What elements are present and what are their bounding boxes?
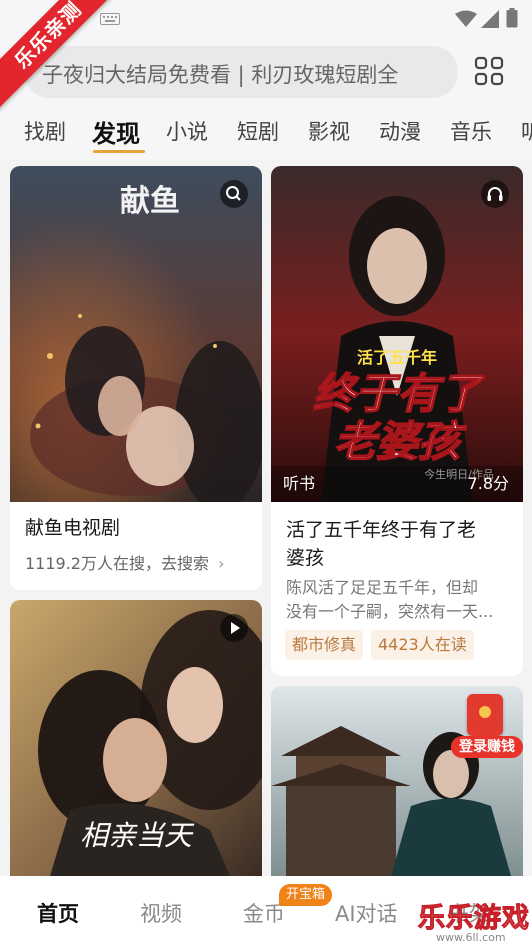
- login-earn-label: 登录赚钱: [451, 736, 523, 758]
- battery-icon: [506, 8, 518, 28]
- tab-dongman[interactable]: 动漫: [379, 116, 421, 146]
- tab-duanju[interactable]: 短剧: [237, 116, 279, 146]
- feed-card-drama[interactable]: 相亲当天: [10, 600, 262, 876]
- search-bar[interactable]: 子夜归大结局免费看 | 利刃玫瑰短剧全: [24, 46, 458, 98]
- poster-image: 献鱼: [10, 166, 262, 502]
- search-placeholder[interactable]: 子夜归大结局免费看 | 利刃玫瑰短剧全: [42, 59, 398, 89]
- tab-yingshi[interactable]: 影视: [308, 116, 350, 146]
- poster-big-text-2: 老婆孩: [334, 417, 467, 466]
- search-count: 1119.2万人在搜，去搜索: [25, 554, 209, 573]
- keyboard-icon: [100, 13, 120, 25]
- tag-readers[interactable]: 4423人在读: [371, 630, 474, 660]
- feed-card-fantasy[interactable]: 登录赚钱: [271, 686, 523, 876]
- tab-xiaoshuo[interactable]: 小说: [166, 116, 208, 146]
- watermark-logo: 乐乐游戏: [418, 903, 530, 935]
- poster-title: 相亲当天: [80, 819, 195, 852]
- login-earn-button[interactable]: 登录赚钱: [451, 694, 523, 758]
- feed-card-audiobook[interactable]: 活了五千年 终于有了 老婆孩 今生明日/作品 听书 7.8分 活了五千年终于有了…: [271, 166, 523, 676]
- score: 7.8分: [468, 474, 509, 493]
- wifi-icon: [455, 10, 477, 27]
- card-desc-line1: 陈风活了足足五千年，但却: [286, 578, 479, 597]
- watermark-url: www.6ll.com: [436, 931, 506, 944]
- card-title-line1: 活了五千年终于有了老: [286, 519, 477, 541]
- tab-tingshu[interactable]: 听: [521, 116, 532, 146]
- nav-video[interactable]: 视频: [140, 898, 182, 928]
- tab-faxian[interactable]: 发现: [92, 114, 140, 149]
- treasure-badge[interactable]: 开宝箱: [279, 884, 333, 906]
- tab-yinyue[interactable]: 音乐: [450, 116, 492, 146]
- poster-image: 活了五千年 终于有了 老婆孩 今生明日/作品 听书 7.8分: [271, 166, 523, 502]
- tab-zhaoju[interactable]: 找剧: [24, 116, 66, 146]
- category-tabs: 找剧 发现 小说 短剧 影视 动漫 音乐 听: [0, 114, 532, 158]
- header: 子夜归大结局免费看 | 利刃玫瑰短剧全 找剧 发现 小说 短剧 影视 动漫 音乐…: [0, 36, 532, 160]
- grid-icon[interactable]: [474, 56, 504, 86]
- poster-big-text-1: 终于有了: [313, 369, 486, 418]
- poster-title: 献鱼: [120, 184, 180, 219]
- red-envelope-icon: [467, 694, 503, 736]
- search-icon[interactable]: [220, 180, 248, 208]
- feed-card-xianyu[interactable]: 献鱼 献鱼电视剧 1119.2万人在搜，去搜索 ›: [10, 166, 262, 590]
- chevron-right-icon: ›: [218, 554, 225, 573]
- signal-icon: [481, 10, 499, 28]
- headphone-icon[interactable]: [481, 180, 509, 208]
- card-title-line2: 婆孩: [286, 547, 325, 569]
- card-title[interactable]: 活了五千年终于有了老 婆孩: [286, 516, 476, 572]
- nav-ai-chat[interactable]: AI对话: [335, 898, 398, 928]
- tag-genre[interactable]: 都市修真: [285, 630, 364, 660]
- card-subtitle[interactable]: 1119.2万人在搜，去搜索 ›: [25, 550, 225, 574]
- nav-home[interactable]: 首页: [37, 898, 79, 928]
- active-tab-indicator: [93, 150, 145, 153]
- card-description: 陈风活了足足五千年，但却 没有一个子嗣，突然有一天...: [286, 576, 493, 624]
- play-icon[interactable]: [220, 614, 248, 642]
- card-title[interactable]: 献鱼电视剧: [25, 514, 120, 542]
- audio-label: 听书: [283, 474, 315, 493]
- poster-small-text: 活了五千年: [357, 348, 437, 367]
- card-desc-line2: 没有一个子嗣，突然有一天...: [286, 602, 494, 621]
